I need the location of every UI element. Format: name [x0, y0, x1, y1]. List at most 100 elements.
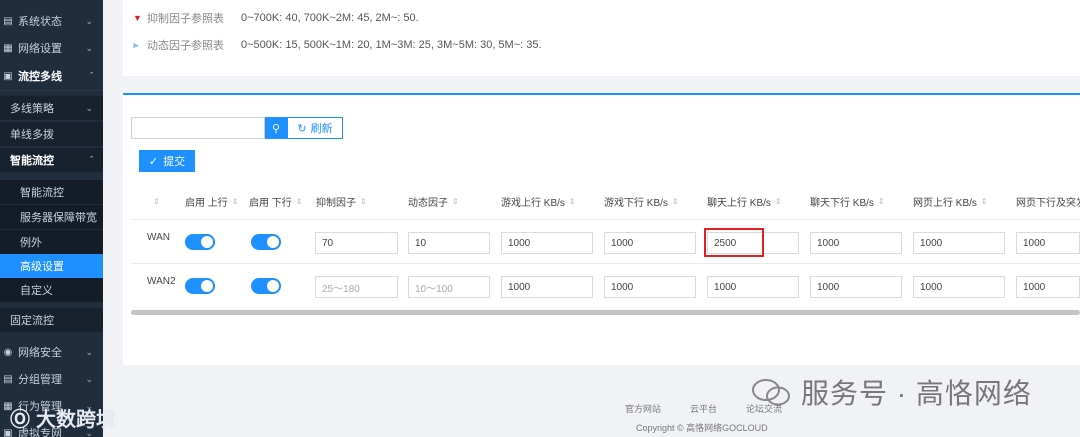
chat-down-input[interactable]: 1000: [810, 232, 902, 254]
sidebar-item-label: 流控多线: [18, 71, 62, 83]
sidebar-item-advanced-settings[interactable]: 高级设置: [0, 254, 103, 278]
watermark-left: Ⓞ 大数跨境: [10, 403, 116, 432]
refresh-button[interactable]: ↻ 刷新: [287, 117, 343, 139]
sidebar-item-label: 网络设置: [18, 43, 62, 55]
header-game-down[interactable]: 游戏下行 KB/s ⇕: [604, 183, 679, 219]
row-name: WAN: [147, 232, 170, 243]
sort-icon: ⇕: [231, 196, 239, 206]
chevron-down-icon: ⌄: [85, 15, 93, 26]
sidebar-item-custom[interactable]: 自定义: [0, 278, 103, 302]
header-label: 启用 下行: [249, 197, 292, 209]
sidebar-item-label: 系统状态: [18, 16, 62, 28]
chat-down-input[interactable]: 1000: [810, 276, 902, 298]
sidebar-item-network-settings[interactable]: ▦ 网络设置 ⌄: [0, 36, 103, 60]
dynamic-input[interactable]: 10: [408, 232, 490, 254]
up-enabled-toggle[interactable]: [185, 278, 215, 294]
sidebar-item-single-line-dial[interactable]: 单线多拨: [0, 122, 103, 146]
chart-icon: ▤: [3, 15, 13, 27]
sidebar-item-network-security[interactable]: ◉ 网络安全 ⌄: [0, 340, 103, 364]
sort-icon: ⇕: [877, 196, 885, 206]
sidebar-item-fixed-flow[interactable]: 固定流控: [0, 308, 103, 332]
reference-card: ▼ 抑制因子参照表 0~700K: 40, 700K~2M: 45, 2M~: …: [123, 0, 1080, 76]
sidebar-item-label: 自定义: [20, 285, 53, 297]
sort-all-icon[interactable]: ⇕: [149, 183, 160, 219]
game-down-input[interactable]: 1000: [604, 232, 696, 254]
sidebar-item-label: 多线策略: [10, 103, 54, 115]
header-dynamic[interactable]: 动态因子 ⇕: [408, 183, 459, 219]
game-down-input[interactable]: 1000: [604, 276, 696, 298]
sort-icon: ⇕: [980, 196, 988, 206]
chevron-up-icon: ˆ: [90, 71, 93, 81]
sidebar-item-smart-flow-sub[interactable]: 智能流控: [0, 180, 103, 204]
sidebar-item-group-management[interactable]: ▤ 分组管理 ⌄: [0, 367, 103, 391]
header-web-down[interactable]: 网页下行及突发: [1016, 183, 1080, 219]
sort-icon: ⇕: [360, 196, 367, 206]
footer-link-official[interactable]: 官方网站: [625, 402, 661, 415]
header-suppress[interactable]: 抑制因子 ⇕: [316, 183, 367, 219]
sort-icon: ⇕: [671, 196, 679, 206]
search-input[interactable]: [131, 117, 265, 139]
dynamic-input[interactable]: 10～100: [408, 276, 490, 298]
chevron-down-icon: ⌄: [85, 346, 93, 357]
sidebar-item-system-status[interactable]: ▤ 系统状态 ⌄: [0, 9, 103, 33]
down-enabled-toggle[interactable]: [251, 278, 281, 294]
game-up-input[interactable]: 1000: [501, 232, 593, 254]
header-game-up[interactable]: 游戏上行 KB/s ⇕: [501, 183, 576, 219]
sort-icon: ⇕: [295, 196, 303, 206]
highlight-box: [704, 228, 764, 257]
web-up-input[interactable]: 1000: [913, 276, 1005, 298]
chevron-up-icon: ˆ: [90, 155, 93, 165]
search-button[interactable]: ⚲: [265, 117, 287, 139]
sidebar-item-label: 固定流控: [10, 315, 54, 327]
watermark-text: 服务号 · 高恪网络: [801, 378, 1032, 409]
flow-icon: ▣: [3, 70, 13, 82]
sidebar-item-multi-line-policy[interactable]: 多线策略 ⌄: [0, 96, 103, 120]
check-icon: ✓: [148, 155, 159, 168]
sidebar-item-flow-control[interactable]: ▣ 流控多线 ˆ: [0, 64, 103, 88]
header-label: 聊天下行 KB/s: [810, 197, 874, 209]
header-web-up[interactable]: 网页上行 KB/s ⇕: [913, 183, 988, 219]
header-label: 游戏上行 KB/s: [501, 197, 565, 209]
chevron-down-icon: ⌄: [85, 373, 93, 384]
sidebar-item-label: 高级设置: [20, 261, 64, 273]
web-down-input[interactable]: 1000: [1016, 232, 1080, 254]
sort-icon: ⇕: [452, 196, 459, 206]
sidebar-item-label: 分组管理: [18, 374, 62, 386]
sidebar-item-label: 例外: [20, 237, 42, 249]
sidebar-item-exception[interactable]: 例外: [0, 230, 103, 254]
network-icon: ▦: [3, 42, 13, 54]
search-icon: ⚲: [271, 122, 281, 135]
header-label: 网页下行及突发: [1016, 197, 1080, 209]
header-label: 启用 上行: [185, 197, 228, 209]
chevron-down-icon: ⌄: [85, 42, 93, 53]
submit-label: 提交: [163, 156, 186, 168]
sort-icon: ⇕: [774, 196, 782, 206]
submit-button[interactable]: ✓ 提交: [139, 150, 195, 172]
up-enabled-toggle[interactable]: [185, 234, 215, 250]
game-up-input[interactable]: 1000: [501, 276, 593, 298]
divider: [0, 90, 103, 91]
wechat-icon: [752, 379, 790, 406]
header-up-enabled[interactable]: 启用 上行 ⇕: [185, 183, 238, 219]
suppression-reference: ▼ 抑制因子参照表 0~700K: 40, 700K~2M: 45, 2M~: …: [133, 10, 419, 26]
header-chat-down[interactable]: 聊天下行 KB/s ⇕: [810, 183, 885, 219]
header-chat-up[interactable]: 聊天上行 KB/s ⇕: [707, 183, 782, 219]
web-down-input[interactable]: 1000: [1016, 276, 1080, 298]
sidebar-item-smart-flow[interactable]: 智能流控 ˆ: [0, 148, 103, 172]
chevron-down-icon: ⌄: [85, 102, 93, 113]
down-enabled-toggle[interactable]: [251, 234, 281, 250]
footer-link-cloud[interactable]: 云平台: [690, 402, 717, 415]
suppress-input[interactable]: 70: [315, 232, 398, 254]
wan-settings-table: ⇕ 启用 上行 ⇕ 启用 下行 ⇕ 抑制因子 ⇕ 动态因子 ⇕ 游戏上行 KB/s ⇕ 游…: [131, 183, 1080, 315]
table-row: WAN 70 10 1000 1000 2500 1000 1000 1000: [131, 219, 1080, 263]
refresh-icon: ↻: [297, 122, 307, 135]
sidebar-item-label: 网络安全: [18, 347, 62, 359]
sidebar-item-server-bandwidth[interactable]: 服务器保障带宽: [0, 205, 103, 229]
chat-up-input[interactable]: 1000: [707, 276, 799, 298]
horizontal-scrollbar[interactable]: [131, 310, 1080, 315]
settings-card: ⚲ ↻ 刷新 ✓ 提交 ⇕ 启用 上行 ⇕ 启用 下行 ⇕ 抑制因子 ⇕ 动态因子 ⇕ …: [123, 93, 1080, 365]
header-down-enabled[interactable]: 启用 下行 ⇕: [249, 183, 302, 219]
web-up-input[interactable]: 1000: [913, 232, 1005, 254]
dynamic-reference: ⪢ 动态因子参照表 0~500K: 15, 500K~1M: 20, 1M~3M…: [133, 37, 542, 53]
suppress-input[interactable]: 25～180: [315, 276, 398, 298]
